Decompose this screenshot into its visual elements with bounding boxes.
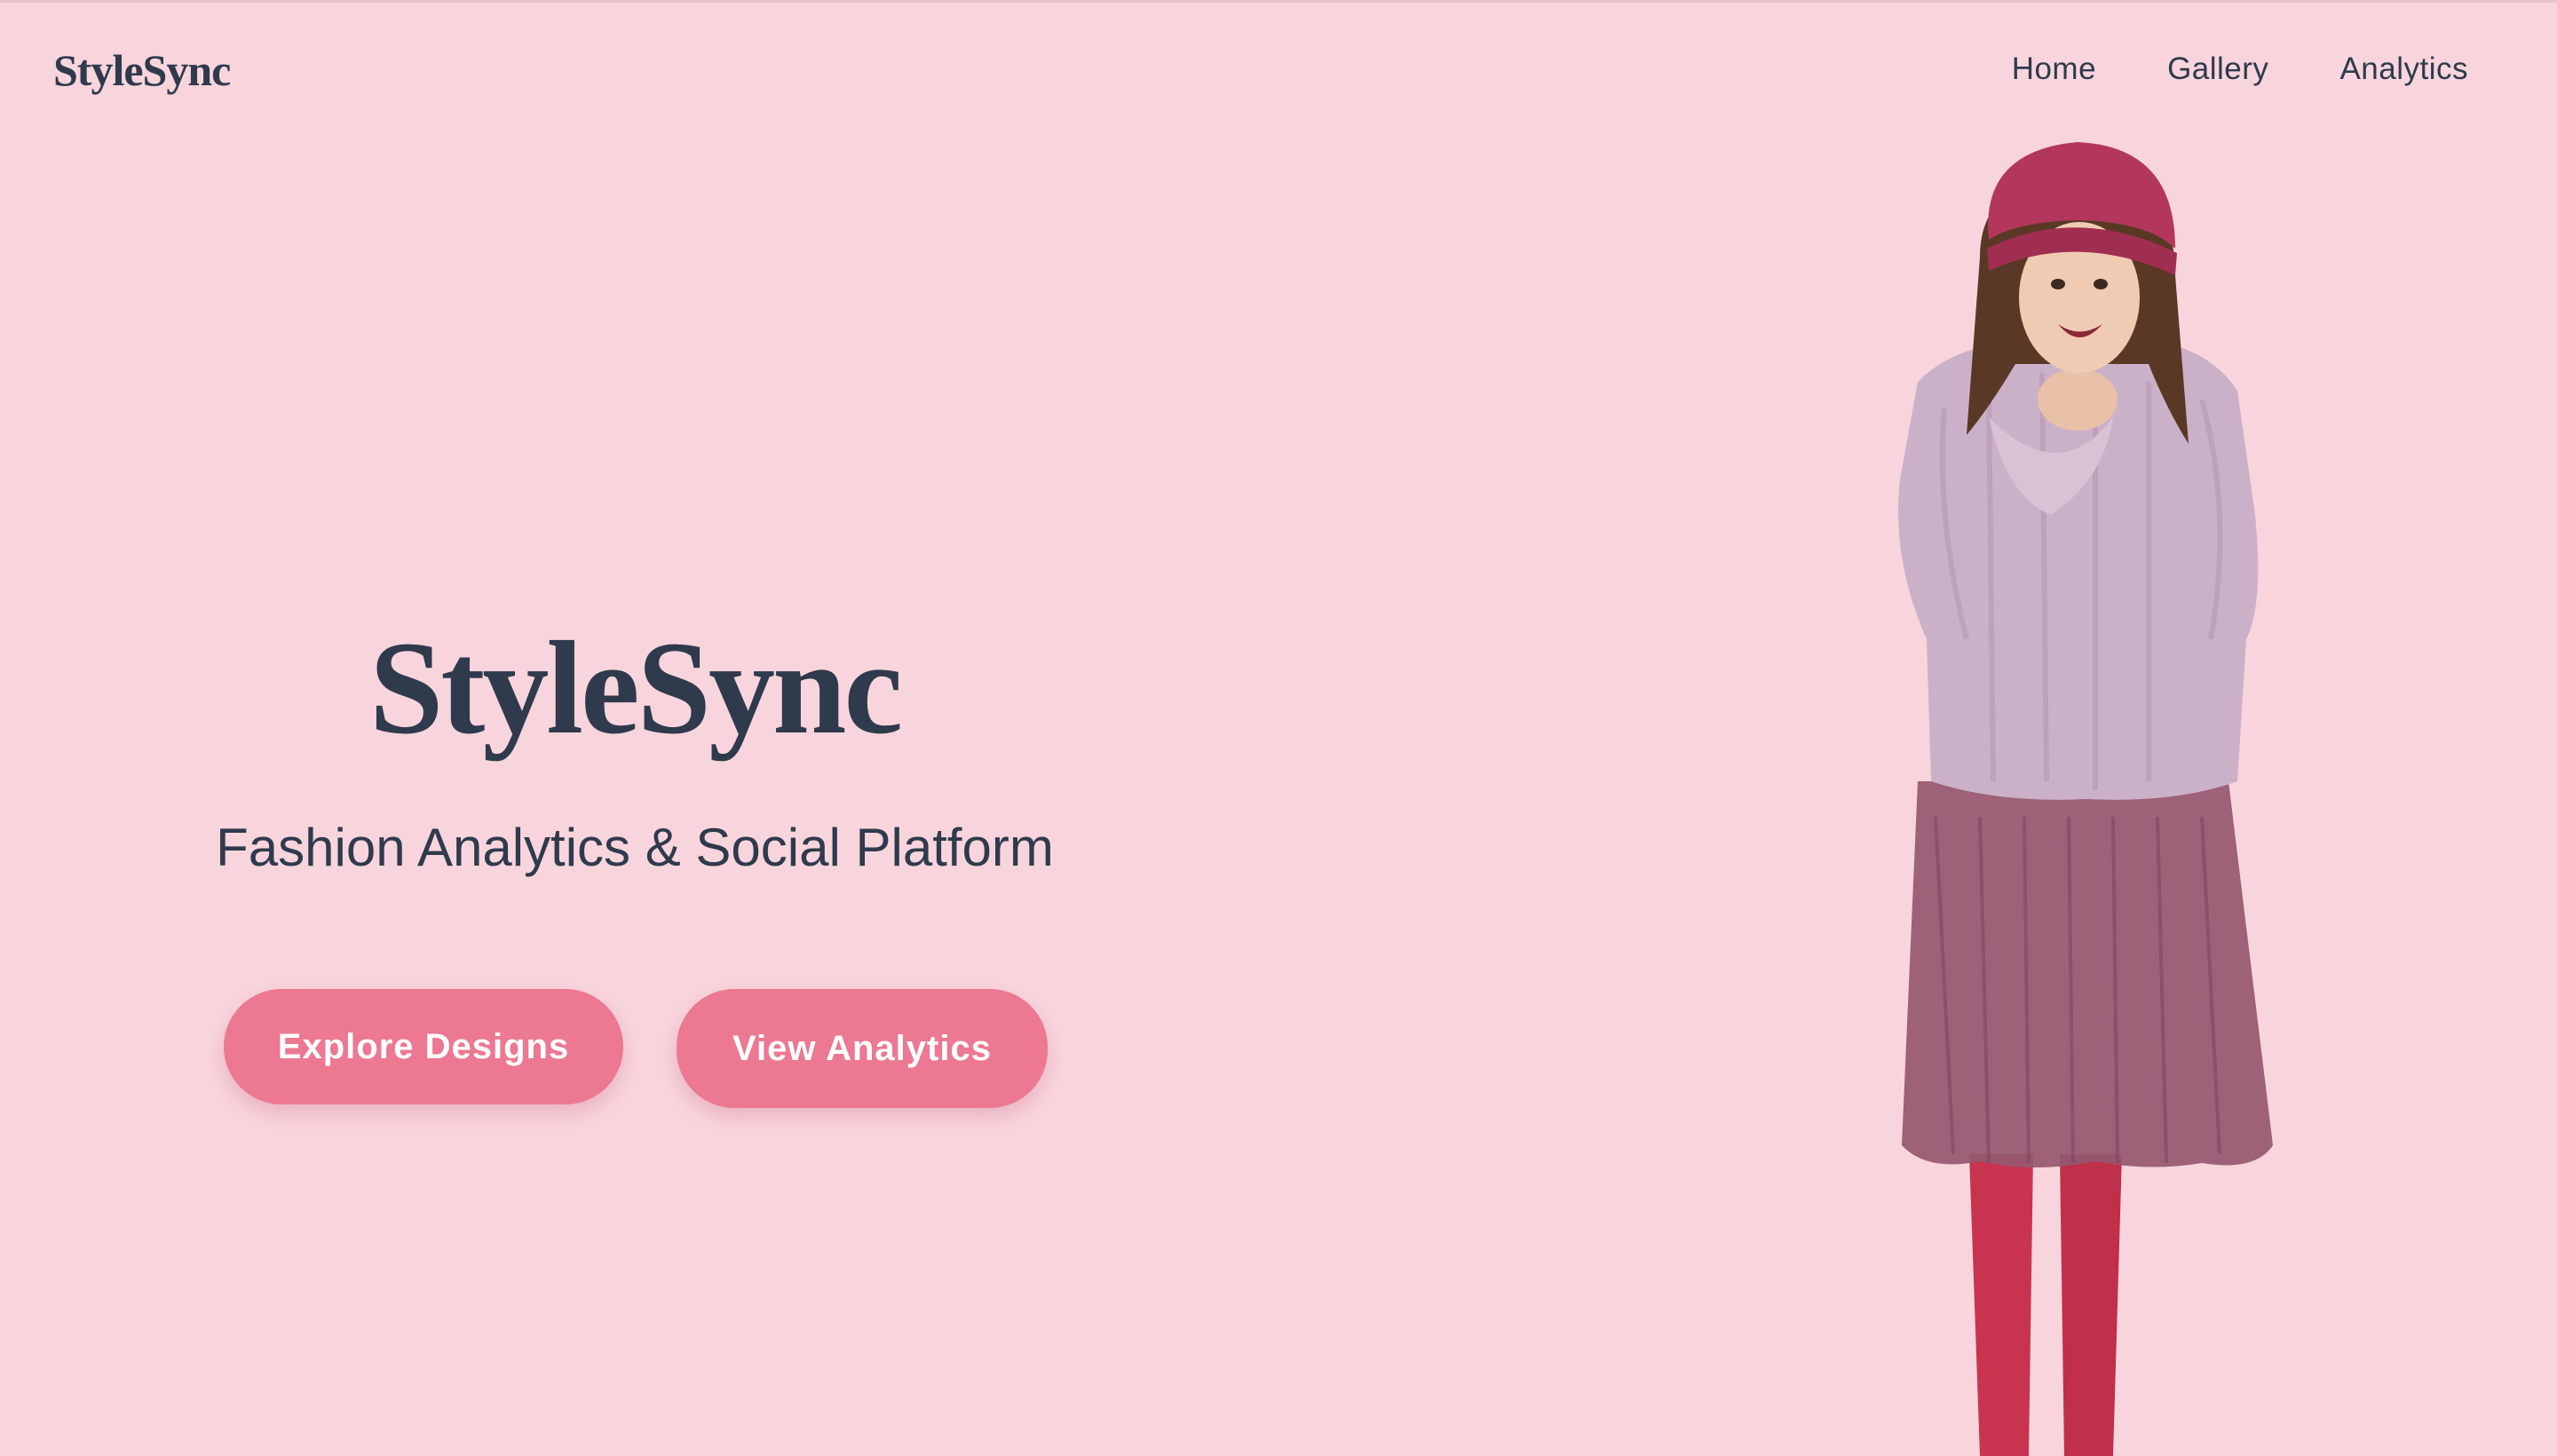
main-nav: Home Gallery Analytics bbox=[1941, 51, 2468, 87]
nav-gallery-link[interactable]: Gallery bbox=[2167, 51, 2268, 87]
nav-analytics-link[interactable]: Analytics bbox=[2339, 51, 2468, 87]
explore-designs-button[interactable]: Explore Designs bbox=[224, 989, 623, 1104]
nav-home-link[interactable]: Home bbox=[2012, 51, 2096, 87]
brand-logo[interactable]: StyleSync bbox=[53, 44, 231, 96]
hero-section: StyleSync Fashion Analytics & Social Pla… bbox=[169, 621, 1101, 878]
view-analytics-button[interactable]: View Analytics bbox=[677, 989, 1048, 1108]
hero-title: StyleSync bbox=[368, 614, 903, 762]
leggings bbox=[1969, 1154, 2033, 1456]
top-divider bbox=[0, 0, 2557, 3]
hero-subtitle: Fashion Analytics & Social Platform bbox=[216, 818, 1054, 877]
hero-model-image bbox=[1898, 142, 2273, 1456]
